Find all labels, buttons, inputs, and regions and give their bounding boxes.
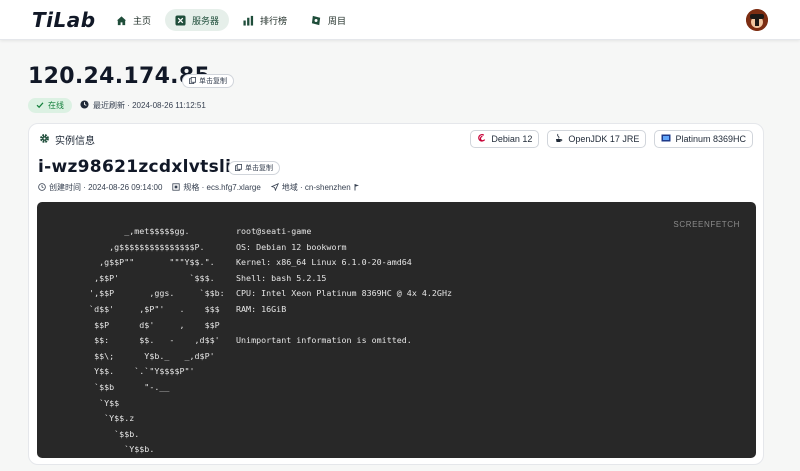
nav-label: 服务器 bbox=[192, 15, 220, 26]
top-navbar: TiLab 主页 服务器 排行榜 周目 bbox=[0, 0, 800, 40]
meta-created-text: 创建时间 · 2024-08-26 09:14:00 bbox=[49, 183, 163, 192]
debian-ascii-art: _,met$$$$$gg. ,g$$$$$$$$$$$$$$$P. ,g$$P"… bbox=[89, 226, 225, 455]
debian-icon bbox=[477, 133, 487, 145]
instance-tags: Debian 12 OpenJDK 17 JRE Platinum 8369HC bbox=[470, 130, 753, 148]
status-label: 在线 bbox=[48, 101, 64, 110]
meta-created: 创建时间 · 2024-08-26 09:14:00 bbox=[38, 182, 162, 193]
cpu-icon bbox=[661, 133, 671, 145]
terminal-label: SCREENFETCH bbox=[673, 220, 740, 229]
tag-label: Platinum 8369HC bbox=[675, 134, 746, 144]
copy-label: 单击复制 bbox=[199, 78, 227, 85]
instance-meta: 创建时间 · 2024-08-26 09:14:00 规格 · ecs.hfg7… bbox=[38, 182, 360, 193]
tag-label: OpenJDK 17 JRE bbox=[568, 134, 640, 144]
copy-icon bbox=[235, 163, 242, 173]
tag-os: Debian 12 bbox=[470, 130, 540, 148]
instance-section-header: 实例信息 bbox=[39, 132, 95, 147]
chip-icon bbox=[172, 182, 181, 193]
section-title: 实例信息 bbox=[55, 136, 95, 147]
user-avatar[interactable] bbox=[746, 9, 768, 31]
nav-item-leaderboard[interactable]: 排行榜 bbox=[233, 9, 297, 31]
nav-item-cycle[interactable]: 周目 bbox=[301, 9, 356, 31]
meta-region-text: 地域 · cn-shenzhen bbox=[281, 183, 351, 192]
last-refresh: 最近刷新 · 2024-08-26 11:12:51 bbox=[80, 100, 206, 111]
copy-icon bbox=[189, 76, 196, 86]
location-arrow-icon bbox=[270, 182, 279, 193]
gear-icon bbox=[39, 133, 50, 147]
clock-icon bbox=[80, 100, 89, 111]
flag-icon bbox=[354, 183, 360, 193]
leaderboard-icon bbox=[243, 15, 254, 26]
server-icon bbox=[175, 14, 186, 26]
clock-icon bbox=[38, 182, 46, 193]
nav-label: 主页 bbox=[133, 15, 152, 26]
app-logo[interactable]: TiLab bbox=[32, 8, 96, 32]
copy-instance-id-button[interactable]: 单击复制 bbox=[228, 161, 280, 175]
meta-region: 地域 · cn-shenzhen bbox=[270, 182, 360, 193]
java-icon bbox=[554, 133, 564, 145]
nav-item-home[interactable]: 主页 bbox=[106, 9, 161, 31]
copy-ip-button[interactable]: 单击复制 bbox=[182, 74, 234, 88]
last-refresh-text: 最近刷新 · 2024-08-26 11:12:51 bbox=[93, 101, 206, 110]
instance-card: 实例信息 Debian 12 OpenJDK 17 JRE Platinum 8… bbox=[28, 123, 764, 465]
cycle-icon bbox=[311, 15, 322, 26]
check-icon bbox=[36, 101, 44, 111]
screenfetch-terminal: SCREENFETCH _,met$$$$$gg. ,g$$$$$$$$$$$$… bbox=[37, 202, 756, 458]
system-info-output: root@seati-game OS: Debian 12 bookworm K… bbox=[236, 226, 453, 346]
status-row: 在线 最近刷新 · 2024-08-26 11:12:51 bbox=[28, 98, 206, 113]
meta-spec: 规格 · ecs.hfg7.xlarge bbox=[172, 182, 261, 193]
nav-item-server[interactable]: 服务器 bbox=[165, 9, 230, 31]
home-icon bbox=[116, 15, 127, 26]
tag-runtime: OpenJDK 17 JRE bbox=[547, 130, 647, 148]
tag-label: Debian 12 bbox=[491, 134, 533, 144]
nav-label: 排行榜 bbox=[260, 15, 288, 26]
tag-cpu: Platinum 8369HC bbox=[654, 130, 753, 148]
nav-label: 周目 bbox=[328, 15, 347, 26]
meta-spec-text: 规格 · ecs.hfg7.xlarge bbox=[183, 183, 261, 192]
status-badge: 在线 bbox=[28, 98, 72, 113]
copy-label: 单击复制 bbox=[245, 165, 273, 172]
main-nav: 主页 服务器 排行榜 周目 bbox=[106, 9, 356, 31]
